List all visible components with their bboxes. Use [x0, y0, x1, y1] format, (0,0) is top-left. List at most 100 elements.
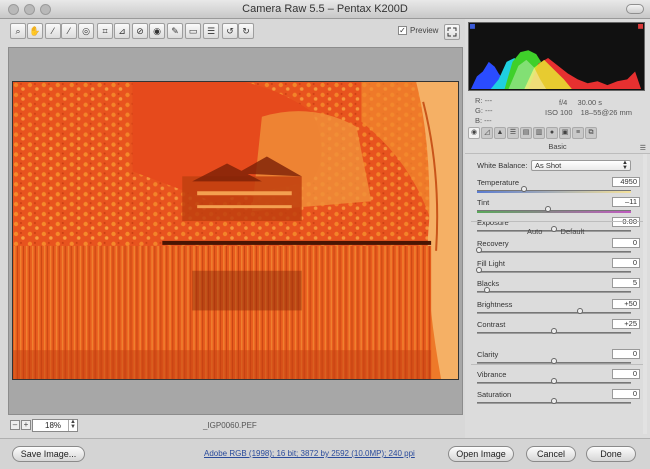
white-balance-select[interactable]: As Shot ▲ ▼ — [531, 160, 631, 171]
zoom-out-button[interactable]: – — [10, 420, 20, 430]
brightness-slider-row: Brightness +50 — [477, 299, 640, 318]
tab-tone-curve[interactable]: ◿ — [481, 127, 493, 139]
targeted-adjustment-tool-button[interactable]: ◎ — [78, 23, 94, 39]
rotate-right-icon: ↻ — [242, 25, 250, 36]
full-screen-icon — [447, 27, 457, 37]
section-divider — [471, 364, 643, 365]
done-button[interactable]: Done — [586, 446, 636, 462]
tint-slider-thumb[interactable] — [545, 206, 551, 212]
tint-slider-track[interactable] — [477, 210, 631, 213]
vibrance-value-field[interactable]: 0 — [612, 369, 640, 379]
contrast-slider-thumb[interactable] — [551, 328, 557, 334]
adjustment-brush-button[interactable]: ✎ — [167, 23, 183, 39]
file-name: _IGP0060.PEF — [203, 421, 257, 430]
tint-value-field[interactable]: –11 — [612, 197, 640, 207]
blue-readout: B: --- — [475, 116, 492, 125]
brightness-label: Brightness — [477, 300, 513, 309]
blacks-slider-thumb[interactable] — [483, 287, 490, 293]
brightness-slider-track[interactable] — [477, 312, 631, 314]
basic-title: Basic — [548, 142, 567, 151]
white-balance-value: As Shot — [535, 161, 562, 170]
fill-light-slider-track[interactable] — [477, 271, 631, 273]
zoom-tool-button[interactable]: ⌕ — [10, 23, 26, 39]
color-sampler-tool-icon: ⁄ — [68, 26, 70, 36]
vibrance-slider-row: Vibrance 0 — [477, 369, 640, 388]
graduated-filter-icon: ▭ — [188, 25, 198, 36]
recovery-slider-track[interactable] — [477, 251, 631, 253]
saturation-slider-row: Saturation 0 — [477, 389, 640, 408]
histogram-graph — [469, 23, 644, 90]
zoom-in-button[interactable]: + — [21, 420, 31, 430]
color-sampler-tool-button[interactable]: ⁄ — [61, 23, 77, 39]
red-eye-tool-button[interactable]: ◉ — [149, 23, 165, 39]
zoom-level-value: 18% — [45, 421, 62, 430]
recovery-slider-thumb[interactable] — [476, 247, 482, 253]
brightness-value-field[interactable]: +50 — [612, 299, 640, 309]
readout-area: R: --- G: --- B: --- f/4 30.00 s ISO 100… — [465, 94, 650, 125]
preview-toggle[interactable]: ✓ Preview — [398, 26, 438, 35]
temperature-slider-thumb[interactable] — [521, 186, 527, 192]
photo-image — [13, 82, 458, 379]
saturation-value-field[interactable]: 0 — [612, 389, 640, 399]
fill-light-label: Fill Light — [477, 259, 505, 268]
vibrance-label: Vibrance — [477, 370, 507, 379]
tab-camera-calibration[interactable]: ● — [546, 127, 558, 139]
blacks-slider-track[interactable] — [477, 291, 631, 293]
save-image-button[interactable]: Save Image... — [12, 446, 85, 462]
hand-tool-icon: ✋ — [29, 25, 41, 36]
contrast-label: Contrast — [477, 320, 506, 329]
preferences-button[interactable]: ☰ — [203, 23, 219, 39]
green-readout: G: --- — [475, 106, 493, 115]
tab-effects[interactable]: ▣ — [559, 127, 571, 139]
brightness-slider-thumb[interactable] — [576, 308, 583, 314]
tab-detail[interactable]: ▲ — [494, 127, 506, 139]
graduated-filter-button[interactable]: ▭ — [185, 23, 201, 39]
zoom-level-select[interactable]: 18% ▲ ▼ — [32, 419, 78, 432]
panel-scrollbar[interactable] — [643, 154, 647, 434]
tint-label: Tint — [477, 198, 490, 207]
clarity-value-field[interactable]: 0 — [612, 349, 640, 359]
tab-basic[interactable]: ◉ — [468, 127, 480, 139]
blacks-value-field[interactable]: 5 — [612, 278, 640, 288]
fill-light-value-field[interactable]: 0 — [612, 258, 640, 268]
saturation-slider-thumb[interactable] — [551, 398, 557, 404]
rotate-left-icon: ↺ — [226, 25, 234, 36]
temperature-slider-track[interactable] — [477, 190, 631, 193]
photo-preview[interactable] — [12, 81, 459, 380]
full-screen-button[interactable] — [444, 24, 460, 40]
workflow-options-link[interactable]: Adobe RGB (1998); 16 bit; 3872 by 2592 (… — [204, 449, 415, 458]
vibrance-slider-thumb[interactable] — [551, 378, 557, 384]
white-balance-tool-button[interactable]: ⁄ — [45, 23, 61, 39]
rotate-left-button[interactable]: ↺ — [222, 23, 238, 39]
lens-value: 18–55@26 mm — [580, 108, 633, 117]
fill-light-slider-thumb[interactable] — [476, 267, 482, 273]
default-button[interactable]: Default — [561, 227, 585, 236]
contrast-value-field[interactable]: +25 — [612, 319, 640, 329]
open-image-button[interactable]: Open Image — [448, 446, 514, 462]
window-title: Camera Raw 5.5 – Pentax K200D — [242, 3, 408, 15]
crop-tool-button[interactable]: ⌗ — [97, 23, 113, 39]
preview-checkbox[interactable]: ✓ — [398, 26, 407, 35]
toolbar-toggle-button[interactable] — [626, 4, 644, 14]
recovery-value-field[interactable]: 0 — [612, 238, 640, 248]
clarity-slider-row: Clarity 0 — [477, 349, 640, 368]
tab-split-toning[interactable]: ▤ — [520, 127, 532, 139]
spot-removal-tool-button[interactable]: ⊘ — [132, 23, 148, 39]
hand-tool-button[interactable]: ✋ — [27, 23, 43, 39]
recovery-label: Recovery — [477, 239, 509, 248]
image-canvas[interactable] — [8, 47, 463, 415]
straighten-tool-button[interactable]: ⊿ — [114, 23, 130, 39]
tab-snapshots[interactable]: ⧉ — [585, 127, 597, 139]
tab-presets[interactable]: ≡ — [572, 127, 584, 139]
cancel-button[interactable]: Cancel — [526, 446, 576, 462]
preview-label: Preview — [410, 26, 439, 35]
tab-hsl[interactable]: ☰ — [507, 127, 519, 139]
tab-lens-corrections[interactable]: ▥ — [533, 127, 545, 139]
auto-button[interactable]: Auto — [527, 227, 542, 236]
temperature-value-field[interactable]: 4950 — [612, 177, 640, 187]
rotate-right-button[interactable]: ↻ — [238, 23, 254, 39]
exposure-value-field[interactable]: 0.00 — [612, 217, 640, 227]
auto-default-links: Auto Default — [527, 227, 600, 236]
panel-menu-icon[interactable]: ☰ — [640, 144, 646, 152]
white-balance-row: White Balance: As Shot ▲ ▼ — [477, 160, 647, 173]
